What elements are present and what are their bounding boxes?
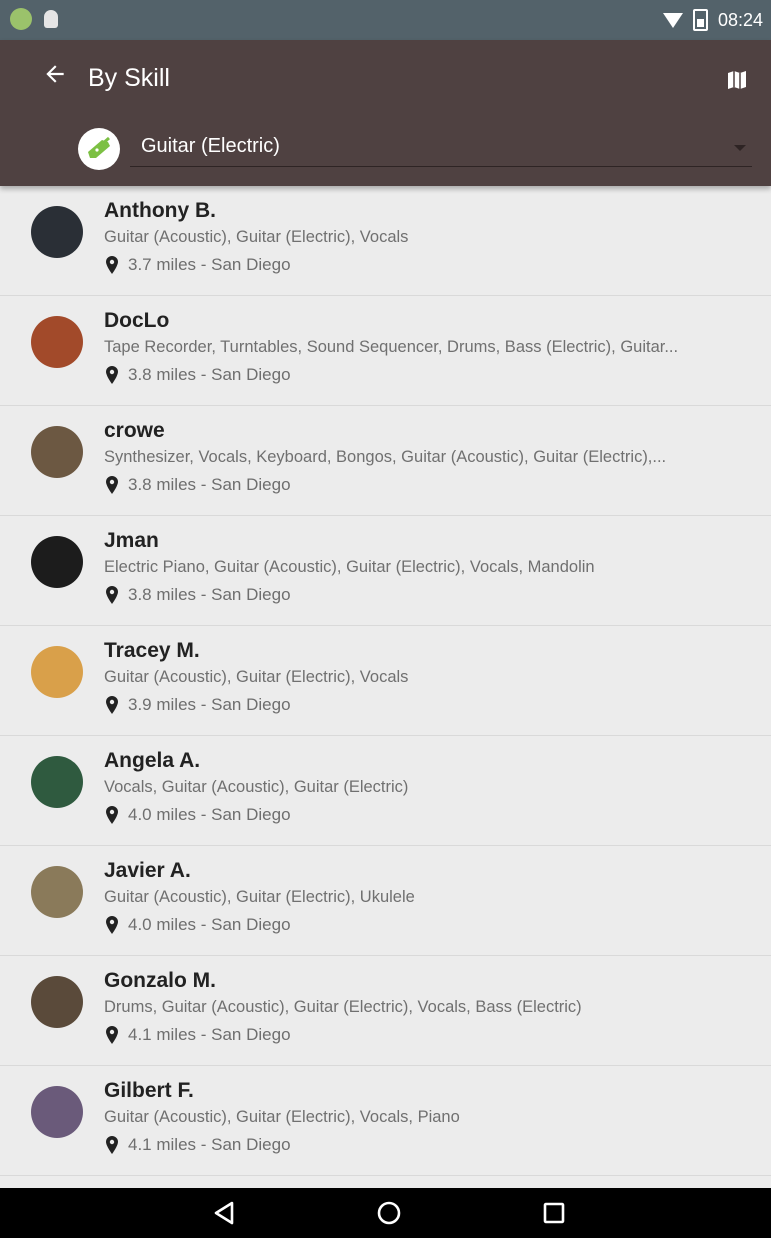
circle-home-icon[interactable] (376, 1200, 402, 1226)
musician-list: Anthony B. Guitar (Acoustic), Guitar (El… (0, 186, 771, 1176)
location-pin-icon (106, 256, 118, 274)
notification-icons (10, 8, 58, 30)
musician-skills: Tape Recorder, Turntables, Sound Sequenc… (104, 338, 679, 356)
location-pin-icon (106, 586, 118, 604)
location-pin-icon (106, 696, 118, 714)
avatar (31, 426, 83, 478)
musician-location: 4.1 miles - San Diego (104, 1135, 291, 1155)
musician-skills: Electric Piano, Guitar (Acoustic), Guita… (104, 558, 595, 576)
musician-location: 3.8 miles - San Diego (104, 475, 291, 495)
musician-skills: Guitar (Acoustic), Guitar (Electric), Vo… (104, 228, 409, 246)
system-indicators: 08:24 (662, 9, 763, 31)
location-pin-icon (106, 476, 118, 494)
musician-name: Gilbert F. (104, 1079, 194, 1102)
list-item[interactable]: crowe Synthesizer, Vocals, Keyboard, Bon… (0, 406, 771, 516)
location-text: 3.9 miles - San Diego (128, 695, 291, 714)
location-pin-icon (106, 366, 118, 384)
musician-name: Anthony B. (104, 199, 216, 222)
musician-location: 3.9 miles - San Diego (104, 695, 291, 715)
avatar (31, 756, 83, 808)
location-pin-icon (106, 916, 118, 934)
avatar (31, 646, 83, 698)
musician-location: 4.0 miles - San Diego (104, 915, 291, 935)
musician-skills: Synthesizer, Vocals, Keyboard, Bongos, G… (104, 448, 667, 466)
avatar (31, 866, 83, 918)
wifi-icon (662, 12, 683, 28)
dropdown-caret-icon (734, 145, 746, 151)
musician-name: Javier A. (104, 859, 191, 882)
musician-skills: Guitar (Acoustic), Guitar (Electric), Vo… (104, 668, 409, 686)
location-text: 3.7 miles - San Diego (128, 255, 291, 274)
page-title: By Skill (88, 64, 170, 92)
list-item[interactable]: Javier A. Guitar (Acoustic), Guitar (Ele… (0, 846, 771, 956)
list-item[interactable]: Anthony B. Guitar (Acoustic), Guitar (El… (0, 186, 771, 296)
location-text: 4.0 miles - San Diego (128, 915, 291, 934)
guitar-icon (78, 128, 120, 170)
musician-name: Tracey M. (104, 639, 200, 662)
android-notification-icon (10, 8, 32, 30)
debug-notification-icon (44, 10, 58, 28)
musician-name: Gonzalo M. (104, 969, 216, 992)
triangle-back-icon[interactable] (211, 1200, 237, 1226)
list-item[interactable]: Gilbert F. Guitar (Acoustic), Guitar (El… (0, 1066, 771, 1176)
map-icon[interactable] (725, 68, 747, 90)
arrow-back-icon[interactable] (38, 60, 72, 96)
battery-icon (692, 9, 708, 31)
location-text: 4.1 miles - San Diego (128, 1135, 291, 1154)
musician-name: Angela A. (104, 749, 201, 772)
list-item[interactable]: Jman Electric Piano, Guitar (Acoustic), … (0, 516, 771, 626)
avatar (31, 206, 83, 258)
musician-location: 4.1 miles - San Diego (104, 1025, 291, 1045)
location-text: 4.1 miles - San Diego (128, 1025, 291, 1044)
clock: 08:24 (717, 9, 763, 30)
musician-location: 3.7 miles - San Diego (104, 255, 291, 275)
location-text: 3.8 miles - San Diego (128, 365, 291, 384)
app-bar: By Skill Guitar (Electric) (0, 40, 771, 186)
location-text: 3.8 miles - San Diego (128, 475, 291, 494)
avatar (31, 316, 83, 368)
musician-name: DocLo (104, 309, 170, 332)
location-pin-icon (106, 806, 118, 824)
square-recents-icon[interactable] (541, 1200, 567, 1226)
avatar (31, 976, 83, 1028)
musician-skills: Vocals, Guitar (Acoustic), Guitar (Elect… (104, 778, 409, 796)
list-item[interactable]: Angela A. Vocals, Guitar (Acoustic), Gui… (0, 736, 771, 846)
skill-dropdown-value: Guitar (Electric) (141, 135, 280, 157)
musician-skills: Drums, Guitar (Acoustic), Guitar (Electr… (104, 998, 582, 1016)
musician-location: 3.8 miles - San Diego (104, 365, 291, 385)
list-item[interactable]: Gonzalo M. Drums, Guitar (Acoustic), Gui… (0, 956, 771, 1066)
list-item[interactable]: DocLo Tape Recorder, Turntables, Sound S… (0, 296, 771, 406)
list-item[interactable]: Tracey M. Guitar (Acoustic), Guitar (Ele… (0, 626, 771, 736)
avatar (31, 1086, 83, 1138)
musician-name: Jman (104, 529, 159, 552)
system-nav-bar (0, 1188, 771, 1238)
location-pin-icon (106, 1026, 118, 1044)
location-pin-icon (106, 1136, 118, 1154)
avatar (31, 536, 83, 588)
musician-location: 3.8 miles - San Diego (104, 585, 291, 605)
musician-skills: Guitar (Acoustic), Guitar (Electric), Uk… (104, 888, 415, 906)
musician-skills: Guitar (Acoustic), Guitar (Electric), Vo… (104, 1108, 460, 1126)
musician-location: 4.0 miles - San Diego (104, 805, 291, 825)
musician-name: crowe (104, 419, 165, 442)
location-text: 4.0 miles - San Diego (128, 805, 291, 824)
location-text: 3.8 miles - San Diego (128, 585, 291, 604)
status-bar: 08:24 (0, 0, 771, 40)
skill-dropdown[interactable]: Guitar (Electric) (130, 130, 752, 167)
